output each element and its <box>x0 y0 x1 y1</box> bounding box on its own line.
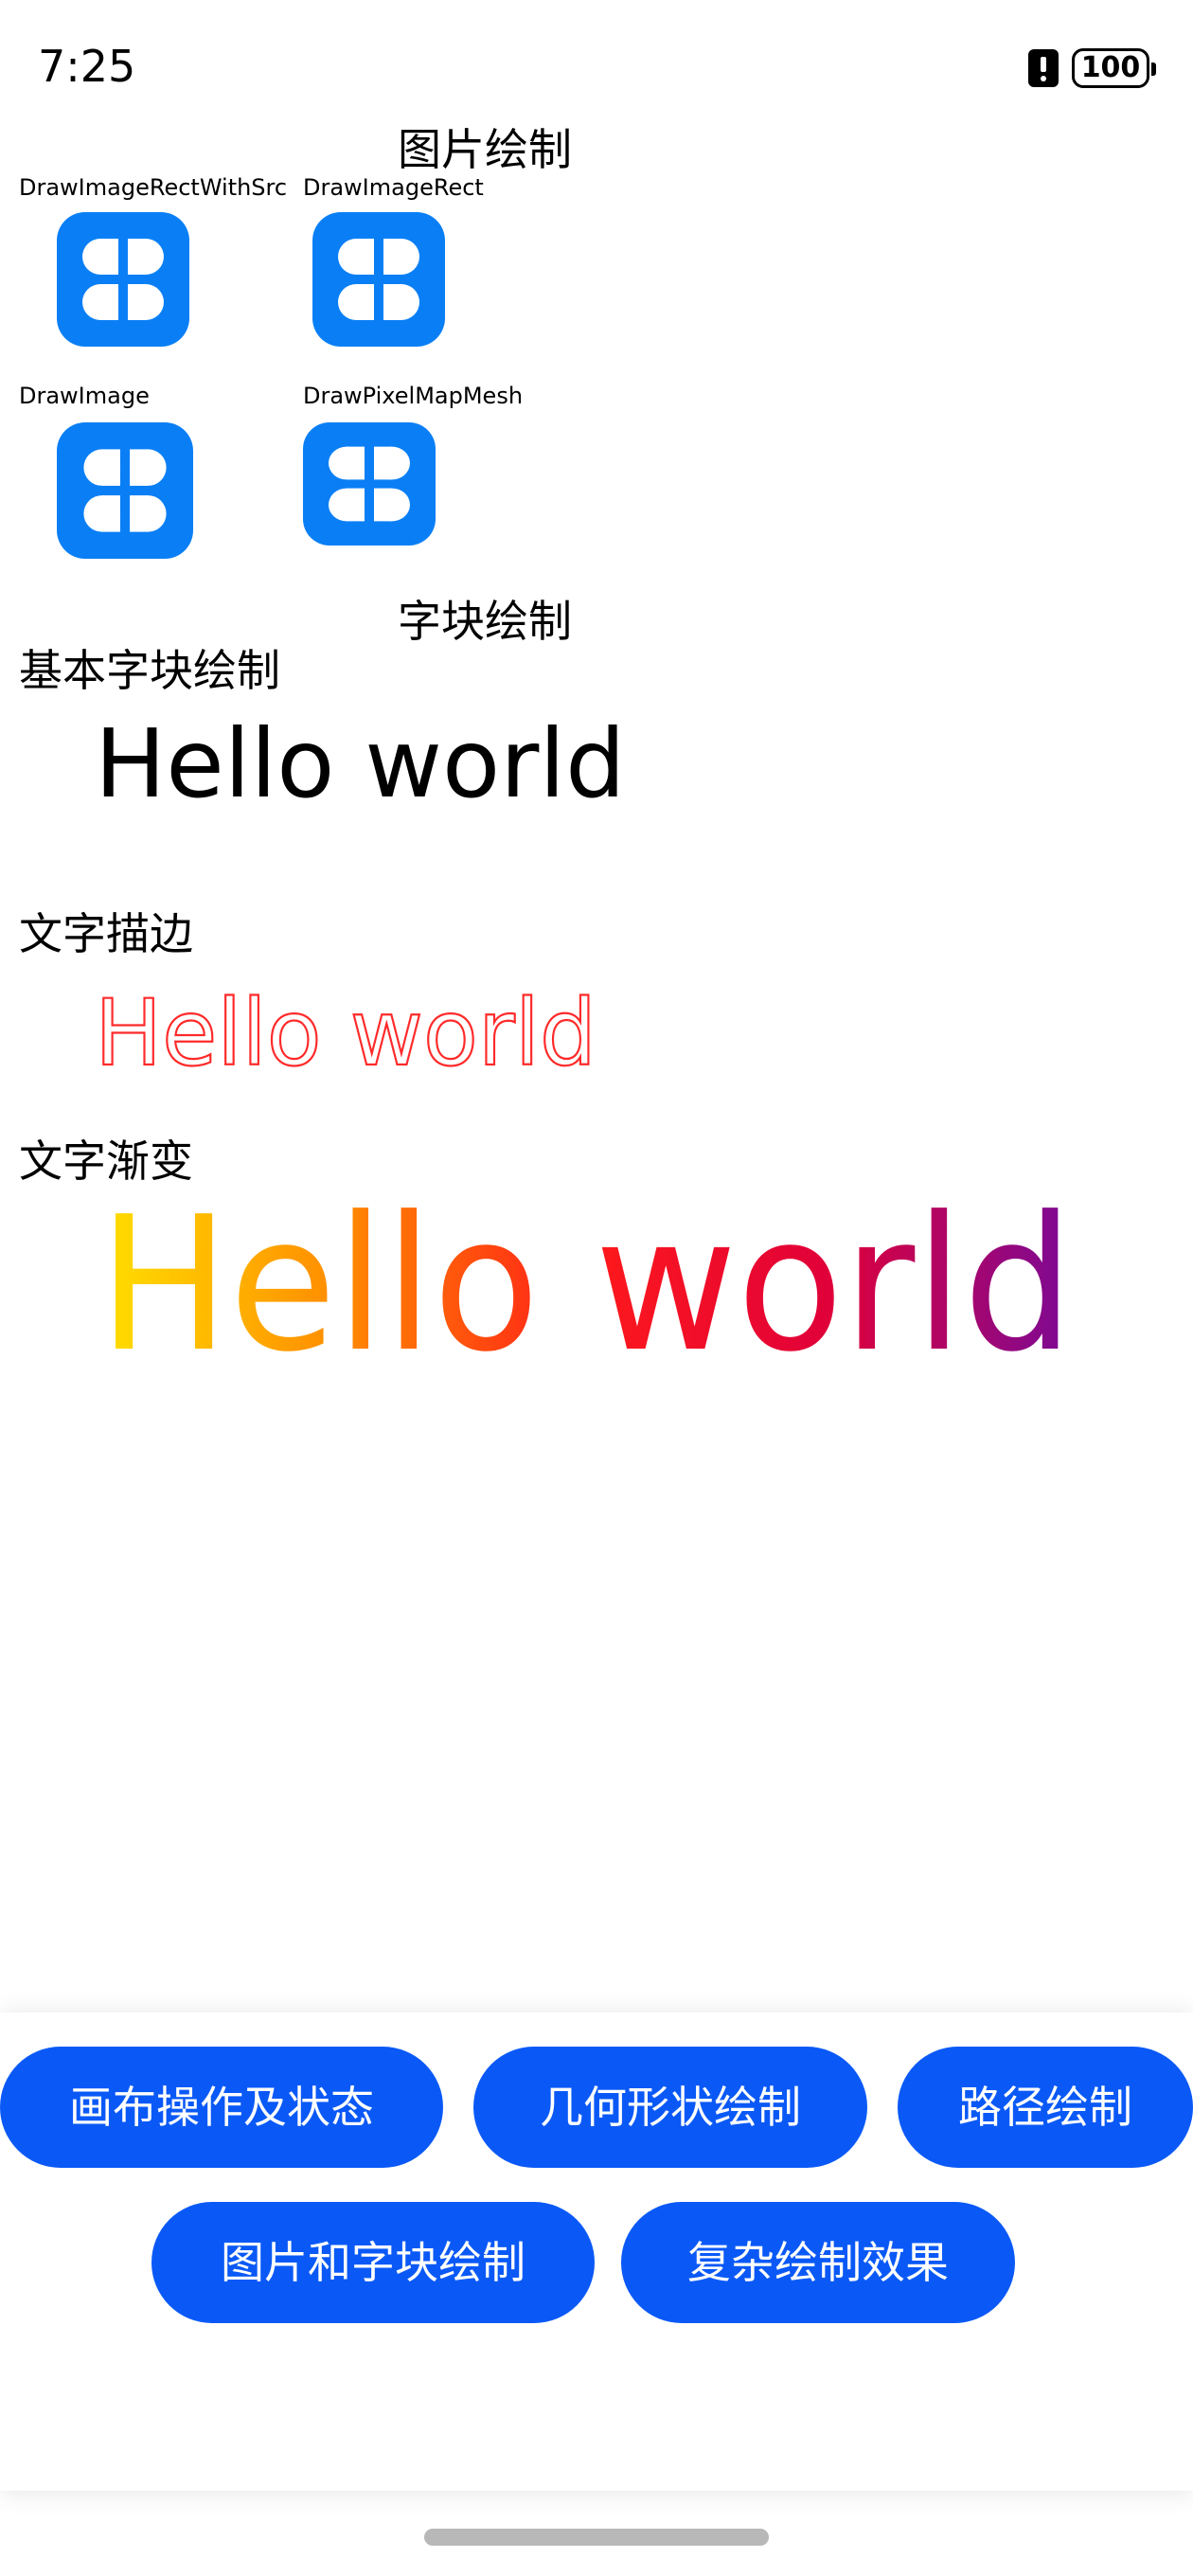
image-section-heading: 图片绘制 <box>398 124 572 175</box>
geometry-draw-button[interactable]: 几何形状绘制 <box>473 2047 867 2168</box>
battery-icon: 100 <box>1072 48 1156 88</box>
image-item-label: DrawPixelMapMesh <box>303 383 524 409</box>
gradient-text-label: 文字渐变 <box>19 1136 193 1187</box>
gradient-hello-text: Hello world <box>95 1177 1089 1393</box>
image-text-draw-button[interactable]: 图片和字块绘制 <box>151 2202 595 2323</box>
image-item-label: DrawImageRect <box>303 174 484 201</box>
basic-text-label: 基本字块绘制 <box>19 645 280 696</box>
battery-tip <box>1151 63 1156 76</box>
app-grid-icon <box>57 212 189 347</box>
bottom-button-panel: 画布操作及状态 几何形状绘制 路径绘制 图片和字块绘制 复杂绘制效果 <box>0 2012 1193 2491</box>
complex-effects-button[interactable]: 复杂绘制效果 <box>621 2202 1015 2323</box>
stroke-text-label: 文字描边 <box>19 908 193 959</box>
battery-level: 100 <box>1080 51 1141 84</box>
image-item-label: DrawImage <box>19 383 150 409</box>
canvas-ops-button[interactable]: 画布操作及状态 <box>0 2047 443 2168</box>
app-grid-icon <box>303 422 436 546</box>
image-item-label: DrawImageRectWithSrc <box>19 174 288 201</box>
stroke-hello-svg-text: Hello world <box>95 980 596 1083</box>
gradient-hello-svg-text: Hello world <box>98 1186 1074 1375</box>
path-draw-button[interactable]: 路径绘制 <box>898 2047 1193 2168</box>
text-section-heading: 字块绘制 <box>398 596 572 647</box>
alert-icon <box>1028 49 1059 87</box>
status-icons: 100 <box>1028 45 1156 91</box>
basic-hello-text: Hello world <box>95 708 626 819</box>
stroke-hello-text: Hello world <box>91 970 602 1083</box>
status-time: 7:25 <box>38 41 136 92</box>
app-grid-icon <box>57 422 193 559</box>
app-grid-icon <box>312 212 445 347</box>
home-indicator[interactable] <box>424 2529 769 2546</box>
